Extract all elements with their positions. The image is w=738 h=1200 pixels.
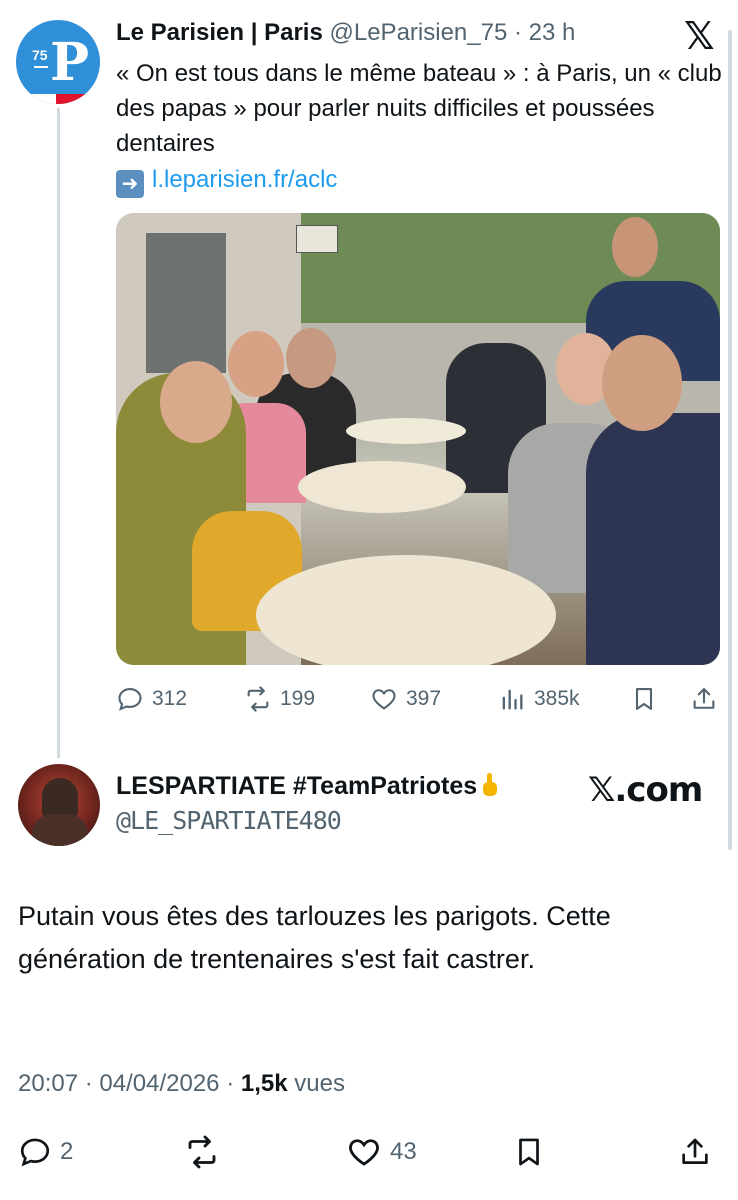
x-logo-icon: 𝕏 [684, 14, 715, 58]
reply-author-name-row[interactable]: LESPARTIATE #TeamPatriotes [116, 772, 499, 801]
heart-icon [349, 1139, 379, 1166]
quoted-tweet-header: Le Parisien | Paris @LeParisien_75 · 23 … [116, 18, 575, 48]
avatar-letter: P [50, 32, 90, 93]
photo-window [146, 233, 226, 373]
quoted-tweet-text: « On est tous dans le même bateau » : à … [116, 60, 722, 157]
reply-time[interactable]: 20:07 [18, 1070, 78, 1097]
quoted-tweet-actions: 312 199 397 385k [116, 684, 720, 714]
reply-reply-button[interactable]: 2 [18, 1134, 73, 1170]
reply-views-label: vues [294, 1070, 345, 1097]
repost-icon [188, 1135, 216, 1169]
avatar-number-bar [34, 66, 48, 68]
quoted-tweet-link-row: ➜ l.leparisien.fr/aclc [116, 162, 337, 198]
quoted-author-name[interactable]: Le Parisien | Paris [116, 19, 323, 46]
photo-person-head [160, 361, 232, 443]
middle-finger-icon [483, 773, 498, 796]
bookmark-button[interactable] [630, 684, 658, 714]
reply-author-handle[interactable]: @LE_SPARTIATE480 [116, 806, 342, 835]
photo-person-head [228, 331, 284, 397]
le-parisien-avatar[interactable]: 75 P [16, 20, 100, 104]
heart-icon [372, 689, 396, 710]
like-count: 397 [406, 687, 442, 710]
lespartiate-avatar[interactable] [18, 764, 100, 846]
right-arrow-emoji-icon: ➜ [116, 170, 144, 198]
repost-button[interactable]: 199 [244, 684, 315, 714]
share-icon [693, 688, 715, 709]
reply-views-count: 1,5k [240, 1070, 288, 1097]
reply-meta: 20:07 · 04/04/2026 · 1,5k vues [18, 1070, 345, 1097]
photo-person-head [612, 217, 658, 277]
repost-icon [247, 686, 269, 712]
avatar-band-red [56, 94, 100, 104]
photo-person-head [286, 328, 336, 388]
reply-repost-button[interactable] [184, 1134, 228, 1170]
photo-cafe-table [298, 461, 466, 513]
header-separator: · [513, 19, 522, 46]
reply-author-name: LESPARTIATE #TeamPatriotes [116, 772, 478, 800]
share-button[interactable] [690, 684, 718, 714]
views-count: 385k [534, 687, 580, 710]
photo-street-sign [296, 225, 338, 253]
reply-text: Putain vous êtes des tarlouzes les parig… [18, 901, 611, 974]
reply-icon [118, 688, 142, 711]
scrollbar[interactable] [728, 30, 732, 850]
repost-count: 199 [280, 687, 316, 710]
bookmark-icon [519, 1138, 539, 1166]
photo-person-head [602, 335, 682, 431]
avatar-body [32, 814, 88, 846]
reply-reply-count: 2 [60, 1138, 74, 1165]
x-com-watermark: 𝕏.com [588, 770, 703, 810]
reply-actions: 2 43 [18, 1134, 718, 1170]
views-button[interactable]: 385k [498, 684, 580, 714]
reply-share-button[interactable] [678, 1134, 712, 1170]
reply-button[interactable]: 312 [116, 684, 187, 714]
like-button[interactable]: 397 [370, 684, 441, 714]
photo-cafe-table [256, 555, 556, 665]
analytics-icon [502, 689, 523, 710]
tweet-photo[interactable] [116, 213, 720, 665]
photo-cafe-table [346, 418, 466, 444]
quoted-author-handle[interactable]: @LeParisien_75 [330, 19, 508, 46]
reply-count: 312 [152, 687, 188, 710]
avatar-number: 75 [32, 47, 48, 63]
thread-line [57, 108, 60, 758]
quoted-tweet-link[interactable]: l.leparisien.fr/aclc [152, 166, 337, 193]
quoted-tweet-time[interactable]: 23 h [529, 19, 576, 46]
reply-date[interactable]: 04/04/2026 [99, 1070, 219, 1097]
avatar-helmet [42, 778, 78, 818]
reply-bookmark-button[interactable] [512, 1134, 546, 1170]
reply-icon [20, 1138, 50, 1167]
reply-like-count: 43 [390, 1138, 417, 1165]
share-icon [682, 1138, 708, 1164]
reply-like-button[interactable]: 43 [346, 1134, 417, 1170]
bookmark-icon [635, 688, 653, 710]
photo-person [586, 413, 720, 665]
